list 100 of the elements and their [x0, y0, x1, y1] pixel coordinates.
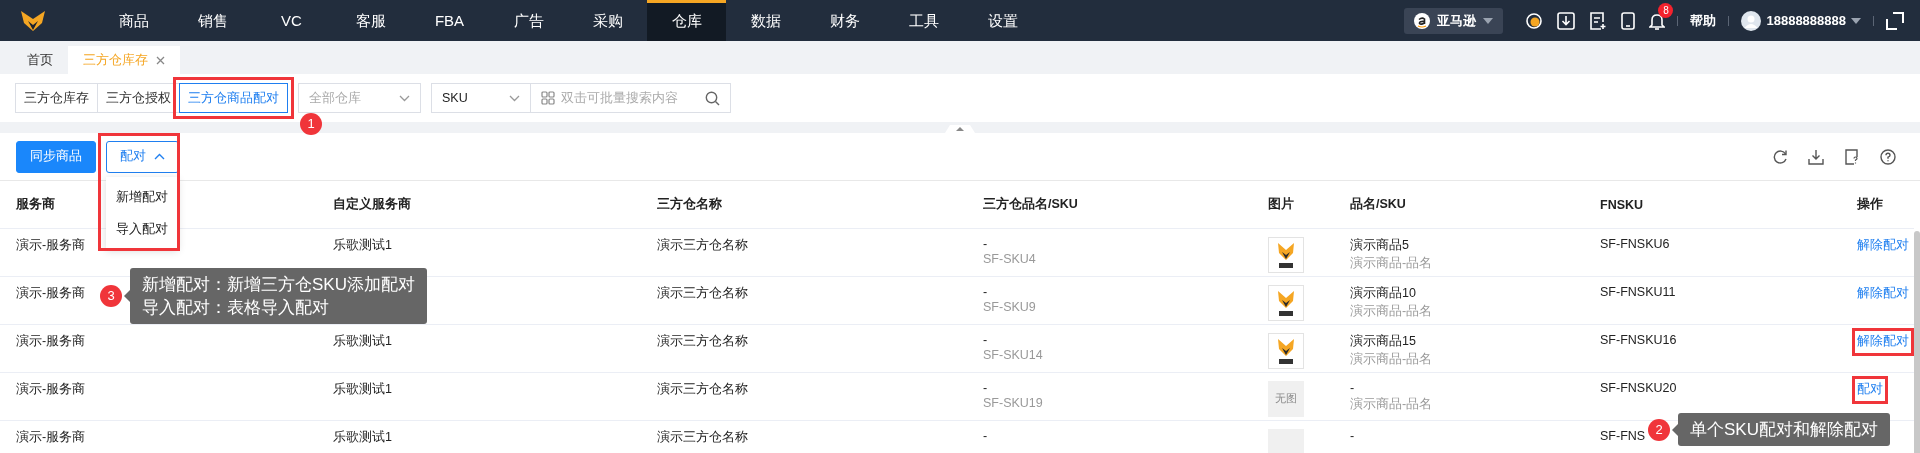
chevron-down-icon[interactable] — [399, 94, 410, 102]
column-header: FNSKU — [1600, 197, 1644, 212]
nav-item[interactable]: 客服 — [331, 0, 410, 41]
table-cell: 演示三方仓名称 — [657, 334, 748, 348]
column-header: 图片 — [1268, 197, 1294, 211]
nav-item[interactable]: VC — [252, 0, 331, 41]
grid-icon[interactable] — [541, 91, 555, 105]
nav-item[interactable]: 工具 — [884, 0, 963, 41]
column-header: 服务商 — [16, 197, 55, 211]
table-cell: 乐歌测试1 — [333, 430, 392, 444]
document-question-icon[interactable] — [1844, 148, 1860, 165]
table-cell: 演示三方仓名称 — [657, 430, 748, 444]
table-cell: SF-SKU14 — [983, 348, 1043, 362]
pair-button[interactable]: 配对 — [106, 140, 179, 173]
sync-button[interactable]: 同步商品 — [16, 140, 96, 173]
action-link[interactable]: 解除配对 — [1857, 285, 1909, 302]
menu-item[interactable]: 新增配对 — [106, 180, 178, 213]
search-field[interactable]: 双击可批量搜索内容 — [531, 83, 731, 113]
table-cell: 演示商品-品名 — [1350, 396, 1433, 413]
table-cell: SF-SKU9 — [983, 300, 1036, 314]
column-header: 操作 — [1857, 197, 1883, 211]
table-cell: 演示-服务商 — [16, 382, 86, 396]
table-cell: - — [1350, 381, 1355, 395]
menu-item[interactable]: 导入配对 — [106, 212, 178, 245]
document-add-icon[interactable] — [1589, 11, 1608, 30]
table-cell: - — [983, 381, 988, 395]
help-icon[interactable] — [1880, 148, 1896, 165]
action-link[interactable]: 解除配对 — [1857, 237, 1909, 254]
close-icon[interactable] — [156, 56, 165, 65]
refresh-icon[interactable] — [1772, 148, 1788, 165]
amazon-logo-icon — [1414, 12, 1431, 29]
column-header: 三方仓品名/SKU — [983, 197, 1078, 211]
tooltip-text: 单个SKU配对和解除配对 — [1690, 419, 1878, 441]
column-header: 自定义服务商 — [333, 197, 411, 211]
table-cell: 演示三方仓名称 — [657, 286, 748, 300]
table-cell: 演示商品15 — [1350, 333, 1416, 350]
table-cell: - — [983, 237, 988, 251]
nav-item[interactable]: 商品 — [94, 0, 173, 41]
user-name[interactable]: 18888888888 — [1766, 13, 1846, 28]
caret-icon[interactable] — [1483, 17, 1494, 24]
chevron-down-icon[interactable] — [509, 94, 520, 102]
action-link[interactable]: 配对 — [1857, 381, 1883, 398]
platform-select[interactable]: 亚马逊 — [1404, 7, 1504, 34]
collapse-icon[interactable] — [945, 125, 975, 133]
phone-icon[interactable] — [1621, 11, 1636, 30]
column-header: 品名/SKU — [1350, 197, 1406, 211]
action-link[interactable]: 解除配对 — [1857, 333, 1909, 350]
table-cell: SF-SKU19 — [983, 396, 1043, 410]
chevron-up-icon[interactable] — [154, 153, 165, 160]
no-image-thumbnail: 无图 — [1268, 381, 1304, 417]
table-cell: SF-FNSKU11 — [1600, 285, 1676, 299]
table-cell: 演示三方仓名称 — [657, 382, 748, 396]
table-cell: 演示-服务商 — [16, 286, 86, 300]
nav-item[interactable]: 采购 — [568, 0, 647, 41]
column-header: 三方仓名称 — [657, 197, 722, 211]
table-cell: - — [983, 285, 988, 299]
table-cell: SF-FNSKU16 — [1600, 333, 1677, 347]
caret-icon[interactable] — [1851, 17, 1861, 24]
table-cell: 演示商品-品名 — [1350, 351, 1433, 368]
table-cell: 乐歌测试1 — [333, 238, 392, 252]
table-cell: 演示商品5 — [1350, 237, 1409, 254]
table-cell: 演示-服务商 — [16, 430, 86, 444]
table-cell: 乐歌测试1 — [333, 382, 392, 396]
step-badge: 1 — [300, 113, 322, 135]
table-cell: 演示-服务商 — [16, 334, 86, 348]
search-icon[interactable] — [705, 90, 720, 106]
table-cell: 演示商品-品名 — [1350, 255, 1433, 272]
nav-item[interactable]: FBA — [410, 0, 489, 41]
help-link[interactable]: 帮助 — [1690, 11, 1717, 30]
step-badge: 2 — [1648, 418, 1670, 441]
table-cell: SF-FNSKU20 — [1600, 381, 1677, 395]
fullscreen-icon[interactable] — [1886, 11, 1904, 30]
tooltip-text: 新增配对：新增三方仓SKU添加配对 — [142, 274, 415, 296]
download-icon[interactable] — [1808, 148, 1824, 165]
table-cell: 演示三方仓名称 — [657, 238, 748, 252]
nav-item[interactable]: 数据 — [726, 0, 805, 41]
tooltip-text: 导入配对：表格导入配对 — [142, 297, 330, 319]
avatar-icon[interactable] — [1741, 10, 1762, 31]
table-cell: - — [983, 429, 988, 443]
nav-item[interactable]: 设置 — [963, 0, 1042, 41]
view-tab[interactable]: 三方仓授权 — [97, 83, 180, 113]
step-badge: 3 — [100, 285, 122, 307]
nav-item[interactable]: 销售 — [173, 0, 252, 41]
table-cell: SF-FNSKU6 — [1600, 237, 1670, 251]
field-select[interactable]: SKU — [431, 83, 531, 113]
nav-item[interactable]: 财务 — [805, 0, 884, 41]
table-cell: SF-SKU4 — [983, 252, 1036, 266]
table-cell: 演示商品10 — [1350, 285, 1416, 302]
fox-logo-icon[interactable] — [20, 9, 46, 32]
notification-badge: 8 — [1658, 2, 1674, 18]
table-cell: 演示-服务商 — [16, 238, 86, 252]
nav-item[interactable]: 仓库 — [647, 0, 726, 41]
table-cell: 乐歌测试1 — [333, 334, 392, 348]
table-cell: SF-FNS — [1600, 429, 1646, 443]
nav-item[interactable]: 广告 — [489, 0, 568, 41]
view-tab[interactable]: 三方仓库存 — [15, 83, 98, 113]
table-cell: 演示商品-品名 — [1350, 303, 1433, 320]
view-tab[interactable]: 三方仓商品配对 — [179, 83, 288, 113]
scrollbar[interactable] — [1914, 231, 1920, 453]
page-tab[interactable]: 首页 — [12, 46, 68, 74]
